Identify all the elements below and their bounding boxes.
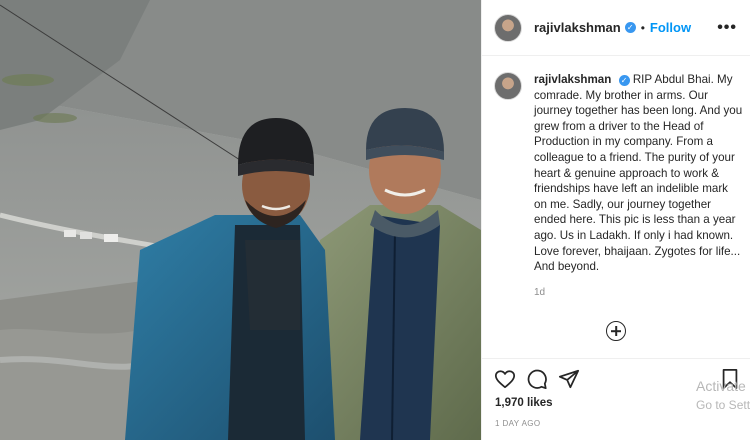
caption-text: RIP Abdul Bhai. My comrade. My brother i… [534,73,743,274]
heart-icon[interactable] [494,368,516,395]
caption-author-avatar[interactable] [494,72,522,100]
header-separator: • [640,20,645,35]
share-icon[interactable] [558,368,580,395]
caption-body: rajivlakshman ✓ RIP Abdul Bhai. My comra… [534,72,744,300]
follow-button[interactable]: Follow [650,20,691,35]
add-comment-icon[interactable] [606,321,626,341]
actions-divider [482,358,750,359]
caption-age[interactable]: 1d [534,285,744,301]
verified-badge-icon: ✓ [624,22,636,33]
post-header: rajivlakshman ✓ • Follow ••• [482,0,750,56]
more-options-icon[interactable]: ••• [717,19,737,37]
caption-username[interactable]: rajivlakshman [534,73,611,86]
posted-time[interactable]: 1 DAY AGO [495,419,541,428]
author-username[interactable]: rajivlakshman [534,20,621,35]
activation-watermark: Activate Go to Sett [696,378,750,412]
comment-icon[interactable] [526,368,548,395]
post-details-panel: rajivlakshman ✓ • Follow ••• rajivlakshm… [481,0,750,440]
post-caption: rajivlakshman ✓ RIP Abdul Bhai. My comra… [494,72,744,300]
caption-verified-badge-icon: ✓ [618,75,630,86]
post-photo[interactable] [0,0,481,440]
likes-count[interactable]: 1,970 likes [495,397,553,409]
watermark-line-1: Activate [696,378,746,394]
author-avatar[interactable] [494,13,522,42]
watermark-line-2: Go to Sett [696,398,750,412]
photo-illustration [0,0,481,440]
